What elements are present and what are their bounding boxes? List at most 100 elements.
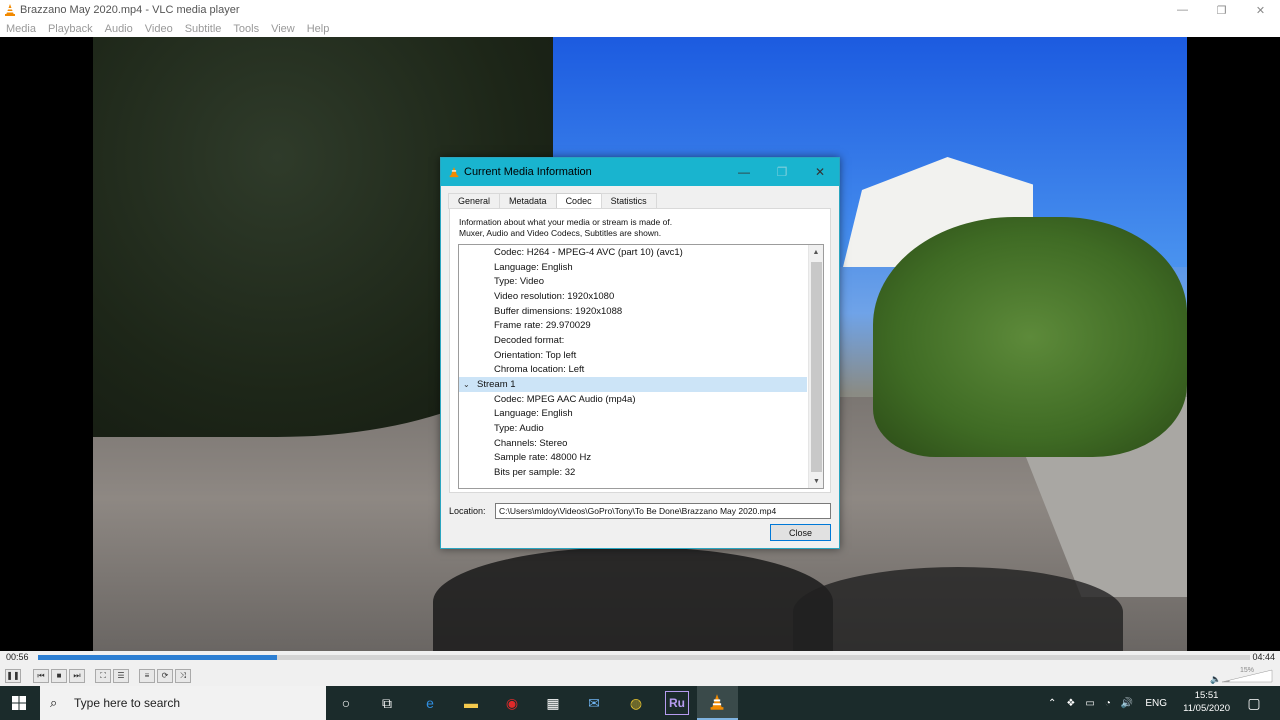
menu-help[interactable]: Help bbox=[307, 23, 330, 35]
premiere-rush-icon[interactable]: Ru bbox=[665, 691, 689, 715]
tree-item-label: Channels: Stereo bbox=[494, 437, 568, 449]
scroll-up-icon[interactable]: ▲ bbox=[809, 245, 823, 259]
chrome-icon[interactable]: ◍ bbox=[624, 691, 648, 715]
fullscreen-icon[interactable]: ⛶ bbox=[95, 668, 111, 683]
minimize-button[interactable]: — bbox=[1163, 0, 1202, 20]
speaker-icon[interactable]: 🔊 bbox=[1121, 698, 1133, 709]
seek-bar: 00:56 04:44 bbox=[0, 651, 1280, 665]
search-placeholder: Type here to search bbox=[74, 696, 181, 710]
tree-item[interactable]: Buffer dimensions: 1920x1088 bbox=[459, 304, 823, 319]
tree-shadow bbox=[433, 547, 833, 651]
tree-item[interactable]: Codec: H264 - MPEG-4 AVC (part 10) (avc1… bbox=[459, 245, 823, 260]
playlist-icon[interactable]: ≡ bbox=[139, 668, 155, 683]
tree-stream-node[interactable]: ⌄ Stream 1 bbox=[459, 377, 807, 392]
tab-statistics[interactable]: Statistics bbox=[600, 193, 657, 209]
info-line: Muxer, Audio and Video Codecs, Subtitles… bbox=[459, 228, 662, 238]
file-explorer-icon[interactable]: ▬ bbox=[459, 691, 483, 715]
vlc-cone-icon bbox=[5, 4, 15, 16]
tree-item[interactable]: Chroma location: Left bbox=[459, 363, 823, 378]
previous-icon[interactable]: ⏮ bbox=[33, 668, 49, 683]
app-red-icon[interactable]: ◉ bbox=[500, 691, 524, 715]
vlc-cone-icon bbox=[710, 694, 724, 710]
tree-item[interactable]: Codec: MPEG AAC Audio (mp4a) bbox=[459, 392, 823, 407]
dialog-title: Current Media Information bbox=[464, 166, 592, 178]
battery-icon[interactable]: ▭ bbox=[1085, 698, 1094, 709]
location-field[interactable]: C:\Users\mldoy\Videos\GoPro\Tony\To Be D… bbox=[495, 503, 831, 519]
tree-item[interactable]: Decoded format: bbox=[459, 333, 823, 348]
codec-info-text: Information about what your media or str… bbox=[459, 217, 672, 239]
mail-icon[interactable]: ✉ bbox=[582, 691, 606, 715]
tab-general[interactable]: General bbox=[448, 193, 501, 209]
tree-item-label: Language: English bbox=[494, 261, 573, 273]
oleander-bushes bbox=[873, 217, 1187, 457]
tree-item[interactable]: Bits per sample: 32 bbox=[459, 465, 823, 480]
menu-video[interactable]: Video bbox=[145, 23, 173, 35]
dialog-close-button[interactable]: ✕ bbox=[801, 158, 839, 186]
scroll-down-icon[interactable]: ▼ bbox=[809, 474, 823, 488]
tree-item[interactable]: Channels: Stereo bbox=[459, 436, 823, 451]
info-line: Information about what your media or str… bbox=[459, 217, 673, 227]
tree-item[interactable]: Orientation: Top left bbox=[459, 348, 823, 363]
tree-item-label: Frame rate: 29.970029 bbox=[494, 320, 591, 332]
tree-item[interactable]: Sample rate: 48000 Hz bbox=[459, 451, 823, 466]
clock-date: 11/05/2020 bbox=[1183, 703, 1230, 714]
vlc-taskbar-button[interactable] bbox=[697, 686, 738, 720]
menu-tools[interactable]: Tools bbox=[233, 23, 259, 35]
dialog-maximize-button[interactable]: ❐ bbox=[763, 158, 801, 186]
codec-panel: Information about what your media or str… bbox=[449, 208, 831, 493]
edge-icon[interactable]: e bbox=[418, 691, 442, 715]
seek-slider[interactable] bbox=[38, 655, 1250, 660]
tree-item-label: Video resolution: 1920x1080 bbox=[494, 290, 615, 302]
loop-icon[interactable]: ⟳ bbox=[157, 668, 173, 683]
pause-icon[interactable]: ❚❚ bbox=[5, 668, 21, 683]
menu-view[interactable]: View bbox=[271, 23, 295, 35]
codec-tree[interactable]: Codec: H264 - MPEG-4 AVC (part 10) (avc1… bbox=[458, 244, 824, 489]
close-button[interactable]: Close bbox=[770, 524, 831, 541]
notifications-icon[interactable]: ▢ bbox=[1242, 691, 1266, 715]
window-title: Brazzano May 2020.mp4 - VLC media player bbox=[20, 4, 240, 16]
stop-icon[interactable]: ■ bbox=[51, 668, 67, 683]
scroll-thumb[interactable] bbox=[811, 262, 822, 472]
tree-item[interactable]: Video resolution: 1920x1080 bbox=[459, 289, 823, 304]
tree-item[interactable]: Language: English bbox=[459, 260, 823, 275]
elapsed-time: 00:56 bbox=[6, 652, 29, 662]
clock-time: 15:51 bbox=[1194, 690, 1219, 701]
chevron-down-icon[interactable]: ⌄ bbox=[463, 380, 473, 389]
tree-item-label: Language: English bbox=[494, 408, 573, 420]
menu-media[interactable]: Media bbox=[6, 23, 36, 35]
extended-settings-icon[interactable]: ☰ bbox=[113, 668, 129, 683]
menu-playback[interactable]: Playback bbox=[48, 23, 93, 35]
network-icon[interactable]: ◔ bbox=[1105, 698, 1111, 709]
tree-item[interactable]: Frame rate: 29.970029 bbox=[459, 318, 823, 333]
volume-control[interactable]: 15% 🔈 bbox=[1210, 667, 1274, 685]
system-tray: ⌃ ❖ ▭ ◔ 🔊 ENG bbox=[1048, 686, 1167, 720]
shuffle-icon[interactable]: ⤨ bbox=[175, 668, 191, 683]
next-icon[interactable]: ⏭ bbox=[69, 668, 85, 683]
seek-progress bbox=[38, 655, 277, 660]
clock[interactable]: 15:51 11/05/2020 bbox=[1183, 689, 1230, 715]
calculator-icon[interactable]: ▦ bbox=[541, 691, 565, 715]
tree-item-label: Type: Audio bbox=[494, 423, 544, 435]
menu-subtitle[interactable]: Subtitle bbox=[185, 23, 222, 35]
dialog-title-bar: Current Media Information — ❐ ✕ bbox=[441, 158, 839, 186]
start-button[interactable] bbox=[0, 686, 38, 720]
show-hidden-icons-icon[interactable]: ⌃ bbox=[1048, 698, 1056, 709]
tree-scrollbar[interactable]: ▲ ▼ bbox=[808, 245, 823, 488]
windows-taskbar: ⌕ Type here to search ○ ⧉ e ▬ ◉ ▦ ✉ ◍ Ru… bbox=[0, 686, 1280, 720]
tree-item[interactable]: Type: Audio bbox=[459, 421, 823, 436]
close-window-button[interactable]: ✕ bbox=[1241, 0, 1280, 20]
search-box[interactable]: ⌕ Type here to search bbox=[40, 686, 326, 720]
menu-bar: Media Playback Audio Video Subtitle Tool… bbox=[0, 20, 1280, 37]
tree-item[interactable]: Language: English bbox=[459, 407, 823, 422]
maximize-button[interactable]: ❐ bbox=[1202, 0, 1241, 20]
tree-item-label: Codec: MPEG AAC Audio (mp4a) bbox=[494, 393, 636, 405]
task-view-icon[interactable]: ⧉ bbox=[375, 691, 399, 715]
dialog-minimize-button[interactable]: — bbox=[725, 158, 763, 186]
menu-audio[interactable]: Audio bbox=[105, 23, 133, 35]
tree-item[interactable]: Type: Video bbox=[459, 274, 823, 289]
cortana-icon[interactable]: ○ bbox=[334, 691, 358, 715]
location-label: Location: bbox=[449, 506, 486, 516]
tab-metadata[interactable]: Metadata bbox=[499, 193, 557, 209]
dropbox-icon[interactable]: ❖ bbox=[1066, 698, 1075, 709]
language-indicator[interactable]: ENG bbox=[1145, 698, 1167, 709]
